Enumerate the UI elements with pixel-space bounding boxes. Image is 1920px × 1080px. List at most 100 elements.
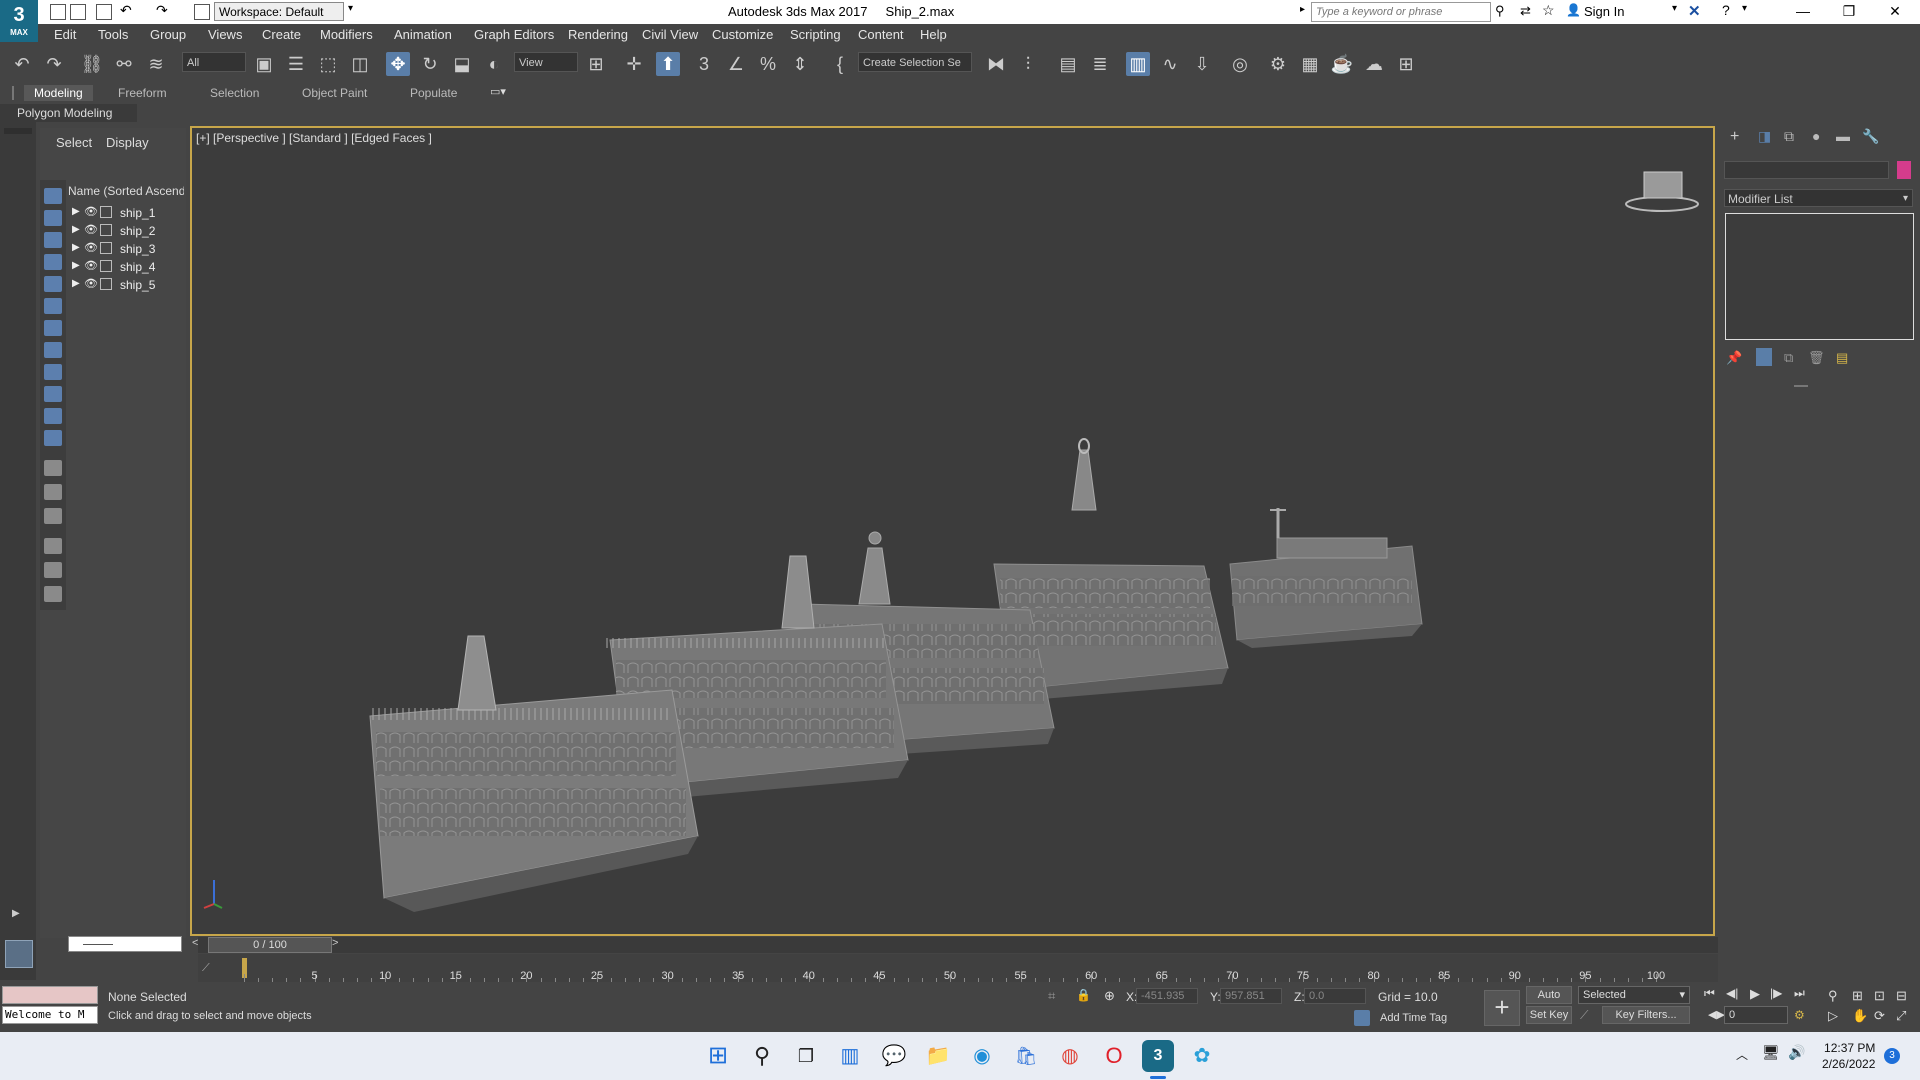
menu-customize[interactable]: Customize (712, 27, 773, 42)
file-explorer-icon[interactable]: 📁 (922, 1040, 954, 1072)
render-in-cloud-icon[interactable]: ☁ (1362, 52, 1386, 76)
expand-arrow-icon[interactable]: ▶ (72, 242, 80, 253)
placement-icon[interactable]: ◐ (482, 52, 506, 76)
named-selection-dropdown[interactable]: Create Selection Se (858, 52, 972, 72)
display-shapes-icon[interactable] (44, 210, 62, 226)
configure-modifier-sets-icon[interactable]: ▤ (1836, 350, 1848, 366)
list-item[interactable]: ▶ 👁 ship_5 (68, 276, 184, 294)
expand-layout-icon[interactable]: ▶ (12, 908, 20, 919)
layer-icon[interactable] (44, 586, 62, 602)
explorer-tab-display[interactable]: Display (106, 135, 149, 150)
rectangular-selection-icon[interactable]: ⬚ (316, 52, 340, 76)
display-none-icon[interactable] (44, 484, 62, 500)
display-xrefs-icon[interactable] (44, 342, 62, 358)
tab-selection[interactable]: Selection (210, 86, 259, 100)
utilities-tab-icon[interactable]: 🔧 (1862, 128, 1879, 145)
task-view-icon[interactable]: ❐ (790, 1040, 822, 1072)
visibility-eye-icon[interactable]: 👁 (84, 205, 98, 218)
time-tag-icon[interactable] (1354, 1010, 1370, 1026)
isolate-selection-icon[interactable]: ⌗ (1048, 988, 1055, 1004)
visibility-eye-icon[interactable]: 👁 (84, 223, 98, 236)
filter-icon[interactable] (44, 538, 62, 554)
hierarchy-tab-icon[interactable]: ⧉ (1784, 128, 1794, 145)
menu-content[interactable]: Content (858, 27, 904, 42)
help-dropdown-icon[interactable]: ▾ (1742, 3, 1747, 14)
create-tab-icon[interactable]: + (1730, 128, 1739, 146)
modify-tab-icon[interactable]: ◨ (1758, 128, 1771, 145)
material-editor-icon[interactable]: ◎ (1228, 52, 1252, 76)
polygon-modeling-panel[interactable]: Polygon Modeling (0, 104, 137, 122)
maxscript-listener-output[interactable]: Welcome to M (2, 1006, 98, 1024)
chrome-icon[interactable]: ◍ (1054, 1040, 1086, 1072)
track-bar[interactable]: ⟋ 5 10 15 20 25 30 35 40 45 50 55 60 65 70 75 80 85 90 95 1… (198, 954, 1718, 982)
restore-button[interactable]: ❐ (1826, 0, 1872, 24)
named-selection-icon[interactable]: { (828, 52, 852, 76)
display-tab-icon[interactable]: ▬ (1836, 128, 1850, 144)
user-icon[interactable]: 👤 (1566, 3, 1581, 17)
zoom-extents-all-icon[interactable]: ⊟ (1896, 988, 1907, 1004)
ship-model[interactable] (1229, 508, 1423, 648)
motion-tab-icon[interactable]: ● (1812, 128, 1820, 144)
display-bones-icon[interactable] (44, 364, 62, 380)
search-expand-icon[interactable]: ▸ (1300, 4, 1305, 15)
search-input[interactable]: Type a keyword or phrase (1311, 2, 1491, 22)
edge-browser-icon[interactable]: ◉ (966, 1040, 998, 1072)
display-groups-icon[interactable] (44, 320, 62, 336)
time-configuration-icon[interactable]: ⚙ (1794, 1008, 1805, 1022)
select-object-icon[interactable]: ▣ (252, 52, 276, 76)
opera-icon[interactable]: O (1098, 1040, 1130, 1072)
display-cameras-icon[interactable] (44, 254, 62, 270)
undo-icon[interactable]: ↶ (10, 52, 34, 76)
viewcube[interactable] (1625, 171, 1699, 212)
previous-frame-arrow[interactable]: < (192, 937, 198, 949)
selection-filter-dropdown[interactable]: All (182, 52, 246, 72)
redo-icon[interactable]: ↷ (42, 52, 66, 76)
render-setup-icon[interactable]: ⚙ (1266, 52, 1290, 76)
display-helpers-icon[interactable] (44, 276, 62, 292)
absolute-mode-icon[interactable]: ⊕ (1104, 988, 1115, 1004)
mirror-icon[interactable]: ⧓ (984, 52, 1008, 76)
app-icon[interactable]: ✿ (1186, 1040, 1218, 1072)
visibility-eye-icon[interactable]: 👁 (84, 241, 98, 254)
panel-resize-grip[interactable] (1794, 385, 1808, 387)
align-icon[interactable]: ⫶ (1016, 52, 1040, 76)
key-filters-button[interactable]: Key Filters... (1602, 1006, 1690, 1024)
pivot-center-icon[interactable]: ⊞ (584, 52, 608, 76)
y-coordinate-field[interactable]: 957.851 (1220, 988, 1282, 1004)
zoom-extents-icon[interactable]: ⊡ (1874, 988, 1885, 1004)
project-folder-icon[interactable] (194, 4, 210, 20)
render-production-icon[interactable]: ☕ (1330, 52, 1354, 76)
tab-object-paint[interactable]: Object Paint (302, 86, 367, 100)
curve-editor-icon[interactable]: ∿ (1158, 52, 1182, 76)
remove-modifier-icon[interactable]: 🗑 (1808, 350, 1825, 366)
notification-badge[interactable]: 3 (1884, 1048, 1900, 1064)
menu-help[interactable]: Help (920, 27, 947, 42)
time-slider-track[interactable]: < > (192, 937, 1718, 953)
select-manipulate-icon[interactable]: ✛ (622, 52, 646, 76)
new-file-icon[interactable] (50, 4, 66, 20)
volume-icon[interactable]: 🔊 (1788, 1044, 1805, 1061)
display-geometry-icon[interactable] (44, 188, 62, 204)
set-key-button[interactable]: Set Key (1526, 1006, 1572, 1024)
bind-space-warp-icon[interactable]: ≋ (144, 52, 168, 76)
layer-explorer-icon[interactable]: ≣ (1088, 52, 1112, 76)
menu-animation[interactable]: Animation (394, 27, 452, 42)
menu-group[interactable]: Group (150, 27, 186, 42)
menu-graph-editors[interactable]: Graph Editors (474, 27, 554, 42)
menu-modifiers[interactable]: Modifiers (320, 27, 373, 42)
explorer-tab-select[interactable]: Select (56, 135, 92, 150)
favorites-star-icon[interactable]: ☆ (1542, 2, 1555, 19)
explorer-column-header[interactable]: Name (Sorted Ascending) (68, 184, 184, 198)
visibility-eye-icon[interactable]: 👁 (84, 259, 98, 272)
menu-edit[interactable]: Edit (54, 27, 76, 42)
menu-create[interactable]: Create (262, 27, 301, 42)
workspace-dropdown[interactable]: Workspace: Default (214, 2, 344, 21)
layer-selector[interactable] (68, 936, 182, 952)
zoom-icon[interactable]: ⚲ (1828, 988, 1838, 1004)
window-crossing-icon[interactable]: ◫ (348, 52, 372, 76)
set-keys-button[interactable]: + (1484, 990, 1520, 1026)
expand-arrow-icon[interactable]: ▶ (72, 278, 80, 289)
binoculars-icon[interactable]: ⚲ (1495, 3, 1505, 19)
customize-toolbar-icon[interactable]: ▾ (348, 3, 353, 14)
app-logo[interactable]: 3 MAX (0, 0, 38, 42)
